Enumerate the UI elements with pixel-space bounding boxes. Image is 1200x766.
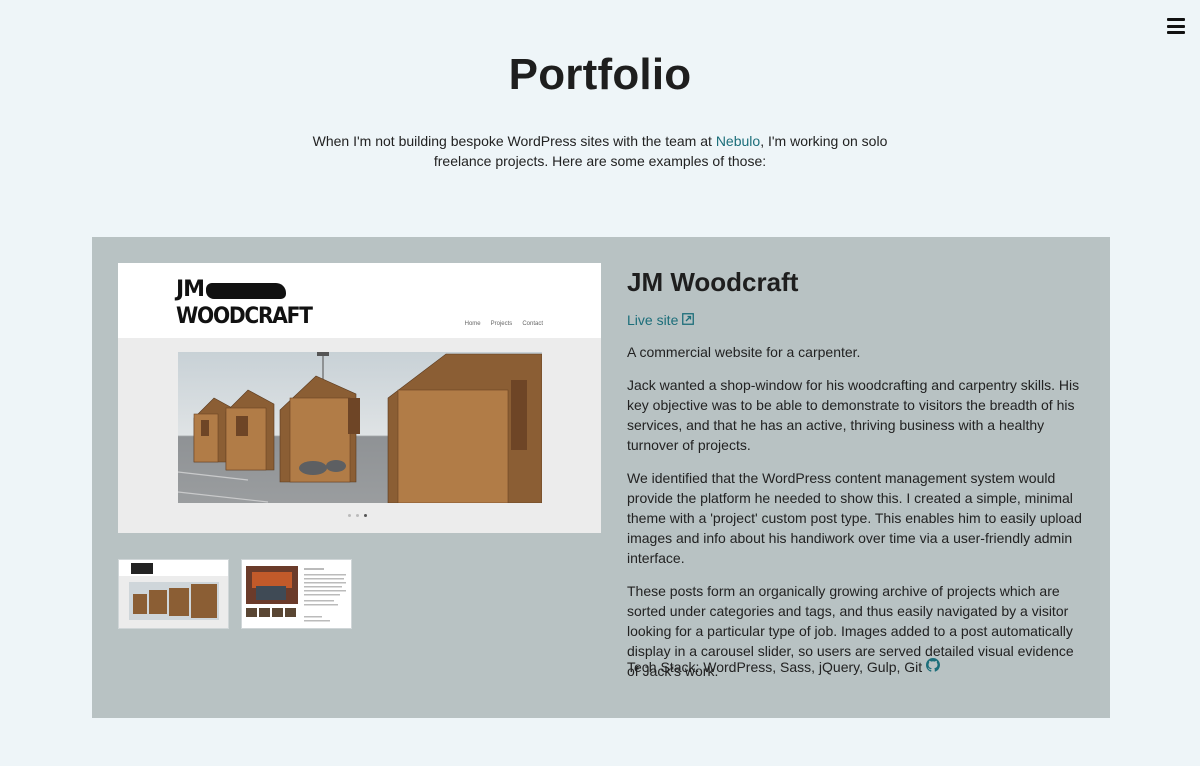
intro-text: When I'm not building bespoke WordPress …: [312, 133, 888, 169]
project-card: JM WOODCRAFT Home Projects Contact JM Wo…: [92, 237, 1110, 718]
carousel-dots[interactable]: [348, 514, 367, 517]
market-stalls-photo: [178, 352, 542, 503]
project-paragraph-2: Jack wanted a shop-window for his woodcr…: [627, 377, 1080, 453]
project-paragraph-1: A commercial website for a carpenter.: [627, 344, 861, 360]
site-logo: JM WOODCRAFT: [176, 277, 313, 329]
tech-stack: Tech Stack: WordPress, Sass, jQuery, Gul…: [627, 657, 941, 677]
hamburger-menu-icon[interactable]: [1167, 18, 1185, 34]
live-site-link[interactable]: Live site: [627, 310, 695, 330]
thumbnail-1[interactable]: [118, 559, 229, 629]
external-link-icon: [682, 310, 695, 330]
project-main-screenshot[interactable]: JM WOODCRAFT Home Projects Contact: [118, 263, 601, 533]
thumbnail-2[interactable]: [241, 559, 352, 629]
project-info: JM Woodcraft Live site A commercial webs…: [627, 265, 1089, 681]
project-title: JM Woodcraft: [627, 267, 799, 297]
page-title: Portfolio: [508, 50, 692, 99]
project-paragraph-3: We identified that the WordPress content…: [627, 470, 1082, 566]
github-icon[interactable]: [926, 657, 941, 677]
nebulo-link[interactable]: Nebulo: [716, 133, 760, 149]
site-nav: Home Projects Contact: [464, 321, 543, 327]
